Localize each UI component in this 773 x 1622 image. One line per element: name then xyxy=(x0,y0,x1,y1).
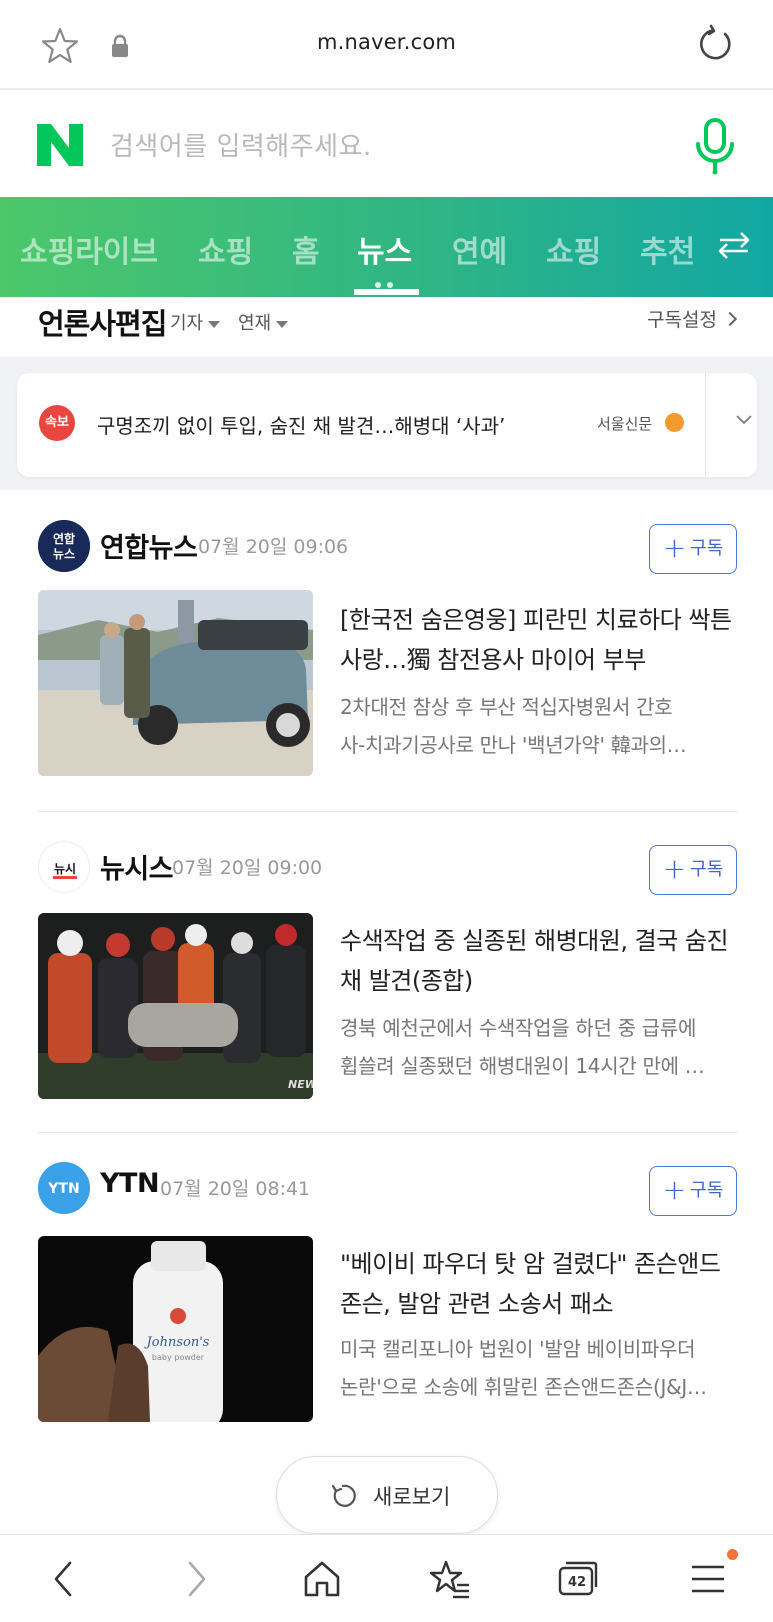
series-filter[interactable]: 연재 xyxy=(238,309,289,335)
press-logo-ytn[interactable]: YTN xyxy=(38,1162,90,1214)
article-summary-line-2: 사-치과기공사로 만나 '백년가약' 韓과의… xyxy=(340,733,687,757)
breaking-press: 서울신문 xyxy=(597,415,653,433)
caret-down-icon xyxy=(208,320,221,328)
article-summary-line-1: 경북 예천군에서 수색작업을 하던 중 급류에 xyxy=(340,1016,697,1040)
section-header: 언론사편집 기자 연재 구독설정 xyxy=(0,297,773,357)
tab-entertainment[interactable]: 연예 xyxy=(452,227,507,271)
yonhap-logo-icon: 연합 뉴스 xyxy=(38,520,90,572)
naver-logo-icon xyxy=(37,124,83,166)
article-photo: Johnson's baby powder xyxy=(38,1236,313,1422)
caret-down-icon xyxy=(276,320,289,328)
article-photo: NEWSIS xyxy=(38,913,313,1099)
divider xyxy=(38,811,737,812)
breaking-news-card[interactable]: 속보 구명조끼 없이 투입, 숨진 채 발견…해병대 ‘사과’ 서울신문 xyxy=(17,373,757,477)
refresh-icon xyxy=(331,1484,356,1507)
tab-home[interactable]: 홈 xyxy=(292,227,320,271)
svg-text:YTN: YTN xyxy=(47,1181,79,1197)
refresh-button[interactable]: 새로보기 xyxy=(276,1456,498,1534)
article-thumbnail[interactable]: Johnson's baby powder xyxy=(38,1236,313,1422)
article-time: 07월 20일 09:00 xyxy=(172,857,323,879)
reporter-filter-label: 기자 xyxy=(170,313,204,334)
subscribe-button[interactable]: + 구독 xyxy=(649,524,737,574)
browser-url-bar: m.naver.com xyxy=(0,0,773,90)
chevron-right-icon xyxy=(722,311,738,327)
article-time: 07월 20일 08:41 xyxy=(160,1178,311,1200)
subscription-settings-label: 구독설정 xyxy=(647,309,717,331)
tab-count: 42 xyxy=(568,1575,587,1590)
press-logo-newsis[interactable]: 뉴시 xyxy=(38,841,90,893)
article-summary-line-1: 2차대전 참상 후 부산 적십자병원서 간호 xyxy=(340,695,673,719)
svg-text:뉴시: 뉴시 xyxy=(54,862,76,876)
tab-recommend[interactable]: 추천 xyxy=(640,227,695,271)
url-text[interactable]: m.naver.com xyxy=(0,30,773,54)
menu-icon[interactable] xyxy=(686,1557,730,1601)
article-title[interactable]: "베이비 파우더 탓 암 걸렸다" 존슨앤드존슨, 발암 관련 소송서 패소 xyxy=(340,1244,740,1324)
breaking-headline[interactable]: 구명조끼 없이 투입, 숨진 채 발견…해병대 ‘사과’ xyxy=(97,410,505,439)
subscribe-button[interactable]: + 구독 xyxy=(649,845,737,895)
svg-text:뉴스: 뉴스 xyxy=(53,547,75,561)
press-name[interactable]: 연합뉴스 xyxy=(100,526,198,565)
svg-text:NEWSIS: NEWSIS xyxy=(288,1078,313,1091)
reload-icon[interactable] xyxy=(695,24,735,64)
microphone-icon[interactable] xyxy=(693,118,737,176)
article-summary-line-1: 미국 캘리포니아 법원이 '발암 베이비파우더 xyxy=(340,1337,696,1361)
tab-shopping[interactable]: 쇼핑 xyxy=(198,227,253,271)
article-summary-line-2: 휩쓸려 실종됐던 해병대원이 14시간 만에 … xyxy=(340,1054,705,1078)
plus-icon: + xyxy=(662,852,687,885)
article-thumbnail[interactable] xyxy=(38,590,313,776)
press-name[interactable]: YTN xyxy=(100,1168,160,1199)
plus-icon: + xyxy=(662,531,687,564)
subscription-settings-link[interactable]: 구독설정 xyxy=(647,305,738,332)
subscribe-label: 구독 xyxy=(690,859,724,880)
subscribe-label: 구독 xyxy=(690,538,724,559)
bookmarks-star-icon[interactable] xyxy=(428,1557,472,1601)
article-title[interactable]: [한국전 숨은영웅] 피란민 치료하다 싹튼 사랑…獨 참전용사 마이어 부부 xyxy=(340,600,740,680)
divider xyxy=(705,373,706,477)
news-card-newsis: 뉴시 뉴시스 07월 20일 09:00 +구독 NEWSIS 수색작업 중 실… xyxy=(0,811,773,1131)
reporter-filter[interactable]: 기자 xyxy=(170,309,221,335)
tab-shopping-2[interactable]: 쇼핑 xyxy=(546,227,601,271)
divider xyxy=(38,1132,737,1133)
ytn-logo-icon: YTN xyxy=(38,1162,90,1214)
breaking-badge: 속보 xyxy=(39,405,75,441)
press-badge-icon xyxy=(665,413,684,432)
subscribe-button[interactable]: + 구독 xyxy=(649,1166,737,1216)
article-summary-line-2: 논란'으로 소송에 휘말린 존슨앤드존슨(J&J… xyxy=(340,1375,707,1399)
search-input[interactable]: 검색어를 입력해주세요. xyxy=(110,126,372,163)
article-title[interactable]: 수색작업 중 실종된 해병대원, 결국 숨진 채 발견(종합) xyxy=(340,921,740,1001)
svg-text:Johnson's: Johnson's xyxy=(144,1335,210,1350)
tab-news[interactable]: 뉴스 xyxy=(357,227,412,271)
press-logo-yonhap[interactable]: 연합 뉴스 xyxy=(38,520,90,572)
section-title: 언론사편집 xyxy=(38,307,167,341)
svg-text:baby powder: baby powder xyxy=(152,1353,205,1362)
series-filter-label: 연재 xyxy=(238,313,272,334)
tab-shopping-live[interactable]: 쇼핑라이브 xyxy=(20,227,158,271)
notification-dot xyxy=(727,1549,738,1560)
svg-text:연합: 연합 xyxy=(53,531,75,546)
news-card-ytn: YTN YTN 07월 20일 08:41 + 구독 Johnson's baby… xyxy=(0,1132,773,1452)
forward-arrow-icon[interactable] xyxy=(174,1557,218,1601)
chevron-down-icon[interactable] xyxy=(735,411,753,429)
news-card-yonhap: 연합 뉴스 연합뉴스 07월 20일 09:06 + 구독 [한국전 숨은영웅] … xyxy=(0,490,773,810)
main-nav: 쇼핑라이브 쇼핑 홈 뉴스 연예 쇼핑 추천 xyxy=(0,197,773,297)
swap-arrows-icon[interactable] xyxy=(717,229,751,261)
press-name[interactable]: 뉴시스 xyxy=(100,847,174,886)
refresh-label: 새로보기 xyxy=(373,1485,451,1509)
browser-bottom-bar: 42 xyxy=(0,1534,773,1622)
plus-icon: + xyxy=(662,1173,687,1206)
subscribe-label: 구독 xyxy=(690,1180,724,1201)
home-icon[interactable] xyxy=(300,1557,344,1601)
article-photo xyxy=(38,590,313,776)
back-arrow-icon[interactable] xyxy=(42,1557,86,1601)
newsis-logo-icon: 뉴시 xyxy=(53,862,77,879)
article-time: 07월 20일 09:06 xyxy=(198,536,349,558)
article-thumbnail[interactable]: NEWSIS xyxy=(38,913,313,1099)
active-tab-underline xyxy=(354,289,419,295)
naver-search-box[interactable]: 검색어를 입력해주세요. xyxy=(0,92,773,197)
